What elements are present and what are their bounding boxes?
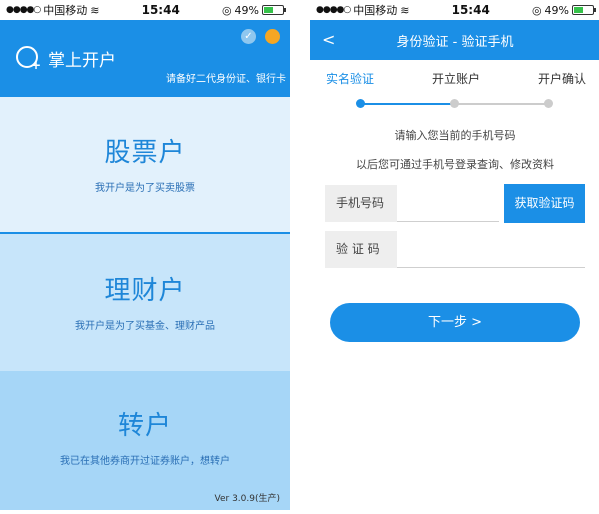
wifi-icon: ≋	[400, 3, 410, 17]
step-confirm: 开户确认	[537, 72, 586, 86]
step-progress	[310, 97, 599, 111]
orientation-lock-icon: ◎	[221, 3, 232, 17]
battery-percent: 49%	[234, 3, 259, 17]
option-title: 转户	[117, 411, 172, 441]
battery-icon	[262, 5, 286, 15]
step-dot-1	[356, 99, 365, 108]
option-title: 股票户	[104, 138, 186, 168]
status-time: 15:44	[451, 3, 490, 17]
progress-done-line	[360, 103, 454, 105]
battery-icon	[572, 5, 596, 15]
option-title: 理财户	[104, 276, 186, 306]
carrier-label: 中国移动	[353, 4, 398, 17]
phone-field-underline	[397, 221, 499, 222]
next-button[interactable]: 下一步 >	[330, 303, 580, 342]
notification-dot-icon[interactable]	[265, 29, 280, 44]
status-time: 15:44	[141, 3, 180, 17]
signal-icon: ●●●●○	[6, 5, 41, 15]
version-label: Ver 3.0.9(生产)	[214, 494, 280, 504]
orientation-lock-icon: ◎	[531, 3, 542, 17]
app-title: 掌上开户	[48, 51, 116, 71]
step-dot-3	[544, 99, 553, 108]
option-desc: 我开户是为了买卖股票	[95, 183, 195, 194]
check-icon[interactable]: ✓	[241, 29, 256, 44]
stock-account-option[interactable]: 股票户 我开户是为了买卖股票	[0, 97, 290, 234]
step-dot-2	[450, 99, 459, 108]
wifi-icon: ≋	[90, 3, 100, 17]
right-screen: ●●●●○ 中国移动 ≋ 15:44 ◎ 49% < 身份验证 - 验证手机 实…	[310, 0, 599, 510]
finance-account-option[interactable]: 理财户 我开户是为了买基金、理财产品	[0, 234, 290, 371]
carrier-label: 中国移动	[43, 4, 88, 17]
status-bar: ●●●●○ 中国移动 ≋ 15:44 ◎ 49%	[0, 0, 290, 20]
step-labels: 实名验证 开立账户 开户确认	[310, 60, 599, 87]
account-add-icon	[16, 46, 41, 72]
option-desc: 我开户是为了买基金、理财产品	[75, 321, 215, 332]
battery-percent: 49%	[544, 3, 569, 17]
step-open-account: 开立账户	[431, 72, 480, 86]
code-field-label: 验 证 码	[325, 231, 397, 268]
instruction-text: 请输入您当前的手机号码	[394, 129, 516, 142]
nav-bar: < 身份验证 - 验证手机	[310, 20, 599, 60]
get-code-button[interactable]: 获取验证码	[504, 184, 585, 223]
page-title: 身份验证 - 验证手机	[396, 35, 514, 50]
instruction-subtext: 以后您可通过手机号登录查询、修改资料	[356, 158, 554, 171]
app-header: 掌上开户 ✓ 请备好二代身份证、银行卡	[0, 20, 290, 97]
transfer-account-option[interactable]: 转户 我已在其他券商开过证券账户，想转户 Ver 3.0.9(生产)	[0, 371, 290, 510]
notice-marquee: 请备好二代身份证、银行卡	[166, 74, 286, 85]
code-field-underline	[397, 267, 585, 268]
left-screen: ●●●●○ 中国移动 ≋ 15:44 ◎ 49% 掌上开户 ✓ 请备好二代身份证…	[0, 0, 290, 510]
phone-field-label: 手机号码	[325, 185, 397, 222]
code-field[interactable]: 验 证 码	[325, 231, 585, 268]
status-bar: ●●●●○ 中国移动 ≋ 15:44 ◎ 49%	[310, 0, 599, 20]
option-desc: 我已在其他券商开过证券账户，想转户	[60, 456, 230, 467]
step-identity: 实名验证	[326, 72, 375, 86]
progress-todo-line	[454, 103, 548, 105]
signal-icon: ●●●●○	[316, 5, 351, 15]
